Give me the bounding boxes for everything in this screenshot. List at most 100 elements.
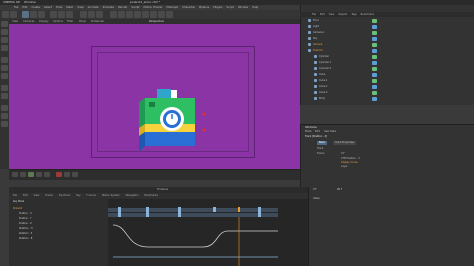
material-tag-icon[interactable] (372, 78, 377, 83)
object-row[interactable]: Cube (300, 72, 474, 77)
rotate-tool-icon[interactable] (38, 11, 45, 18)
pen-icon[interactable] (118, 11, 125, 18)
object-name[interactable]: Sky (313, 36, 317, 41)
light-icon[interactable] (166, 11, 173, 18)
go-to-end-icon[interactable] (44, 172, 50, 177)
keyframe[interactable] (213, 207, 216, 212)
object-row[interactable]: Light (300, 24, 474, 29)
polaroid-camera-model[interactable] (129, 84, 209, 164)
material-tag-icon[interactable] (372, 96, 377, 101)
object-name[interactable]: Cube.2 (319, 84, 327, 89)
render-settings-icon[interactable] (96, 11, 103, 18)
subdivision-icon[interactable] (126, 11, 133, 18)
object-name[interactable]: Cube (319, 72, 325, 77)
object-row[interactable]: Polaroid (300, 48, 474, 53)
previous-key-icon[interactable] (20, 172, 26, 177)
material-tag-icon[interactable] (372, 84, 377, 89)
edges-mode-icon[interactable] (1, 65, 8, 71)
object-name[interactable]: Cylinder.1 (319, 60, 331, 65)
play-icon[interactable] (28, 172, 34, 177)
x-axis-icon[interactable] (50, 11, 57, 18)
object-row[interactable]: Cylinder.2 (300, 66, 474, 71)
object-name[interactable]: Camera.1 (313, 30, 325, 35)
make-editable-icon[interactable] (1, 21, 8, 27)
attributes-section-track[interactable]: Track Properties (333, 141, 357, 145)
track-item[interactable]: Rotation . H (19, 227, 33, 231)
object-name[interactable]: Cylinder (319, 54, 329, 59)
object-row[interactable]: Sky (300, 36, 474, 41)
render-icon[interactable] (88, 11, 95, 18)
object-name[interactable]: Cube.3 (319, 90, 327, 95)
object-row[interactable]: Cylinder (300, 54, 474, 59)
record-icon[interactable] (56, 172, 62, 177)
material-tag-icon[interactable] (372, 18, 377, 23)
autokey-icon[interactable] (64, 172, 70, 177)
workplane-icon[interactable] (1, 45, 8, 51)
object-row[interactable]: Cube.2 (300, 84, 474, 89)
object-menu-item[interactable]: File (312, 12, 316, 17)
material-tag-icon[interactable] (372, 60, 377, 65)
object-menu-item[interactable]: View (329, 12, 335, 17)
attributes-section-basic[interactable]: Basic (317, 141, 328, 145)
bend-icon[interactable] (142, 11, 149, 18)
track-item[interactable]: Position . Z (19, 222, 32, 226)
object-row[interactable]: Camera.1 (300, 30, 474, 35)
floor-icon[interactable] (150, 11, 157, 18)
array-icon[interactable] (134, 11, 141, 18)
material-tag-icon[interactable] (372, 36, 377, 41)
object-row[interactable]: Cylinder.1 (300, 60, 474, 65)
scale-tool-icon[interactable] (30, 11, 37, 18)
go-to-start-icon[interactable] (12, 172, 18, 177)
camera-icon[interactable] (158, 11, 165, 18)
object-name[interactable]: Polaroid (313, 48, 323, 53)
track-item[interactable]: Rotation . B (19, 237, 32, 241)
next-key-icon[interactable] (36, 172, 42, 177)
frame-field[interactable]: 0 F (313, 188, 317, 192)
material-tag-icon[interactable] (372, 48, 377, 53)
tweak-mode-icon[interactable] (1, 93, 8, 99)
y-axis-icon[interactable] (58, 11, 65, 18)
object-name[interactable]: Body (319, 96, 325, 101)
object-row[interactable]: Floor (300, 18, 474, 23)
object-menu-item[interactable]: Edit (320, 12, 325, 17)
track-item[interactable]: Rotation . P (19, 232, 32, 236)
f-curve-view[interactable] (108, 217, 308, 266)
attributes-tab-userdata[interactable]: User Data (324, 130, 336, 134)
snap-icon[interactable] (1, 105, 8, 111)
cube-icon[interactable] (110, 11, 117, 18)
track-item[interactable]: Position . Y (19, 217, 32, 221)
object-row[interactable]: Body (300, 96, 474, 101)
object-name[interactable]: Light (313, 24, 319, 29)
material-tag-icon[interactable] (372, 66, 377, 71)
axis-mode-icon[interactable] (1, 85, 8, 91)
keyframe-selection-icon[interactable] (72, 172, 78, 177)
object-name[interactable]: Floor (313, 18, 319, 23)
object-row[interactable]: Cube.3 (300, 90, 474, 95)
material-tag-icon[interactable] (372, 30, 377, 35)
material-tag-icon[interactable] (372, 90, 377, 95)
track-item[interactable]: Position . X (19, 212, 32, 216)
lock-workplane-icon[interactable] (1, 113, 8, 119)
attributes-tab-edit[interactable]: Edit (315, 130, 320, 134)
material-tag-icon[interactable] (372, 42, 377, 47)
attributes-tab-mode[interactable]: Mode (305, 130, 312, 134)
current-time-marker[interactable] (238, 207, 240, 212)
polygons-mode-icon[interactable] (1, 73, 8, 79)
object-name[interactable]: Camera (313, 42, 322, 47)
undo-icon[interactable] (2, 11, 9, 18)
texture-mode-icon[interactable] (1, 37, 8, 43)
timeline-graph[interactable] (108, 199, 308, 266)
object-menu-item[interactable]: Objects (338, 12, 347, 17)
end-frame-field[interactable]: 90 F (337, 188, 342, 192)
object-name[interactable]: Cube.1 (319, 78, 327, 83)
object-name[interactable]: Cylinder.2 (319, 66, 331, 71)
model-mode-icon[interactable] (1, 29, 8, 35)
object-row[interactable]: Cube.1 (300, 78, 474, 83)
material-tag-icon[interactable] (372, 24, 377, 29)
quantize-icon[interactable] (1, 121, 8, 127)
object-menu-item[interactable]: Tags (351, 12, 356, 17)
points-mode-icon[interactable] (1, 57, 8, 63)
track-object[interactable]: Polaroid (13, 207, 22, 211)
render-view-icon[interactable] (80, 11, 87, 18)
material-tag-icon[interactable] (372, 72, 377, 77)
